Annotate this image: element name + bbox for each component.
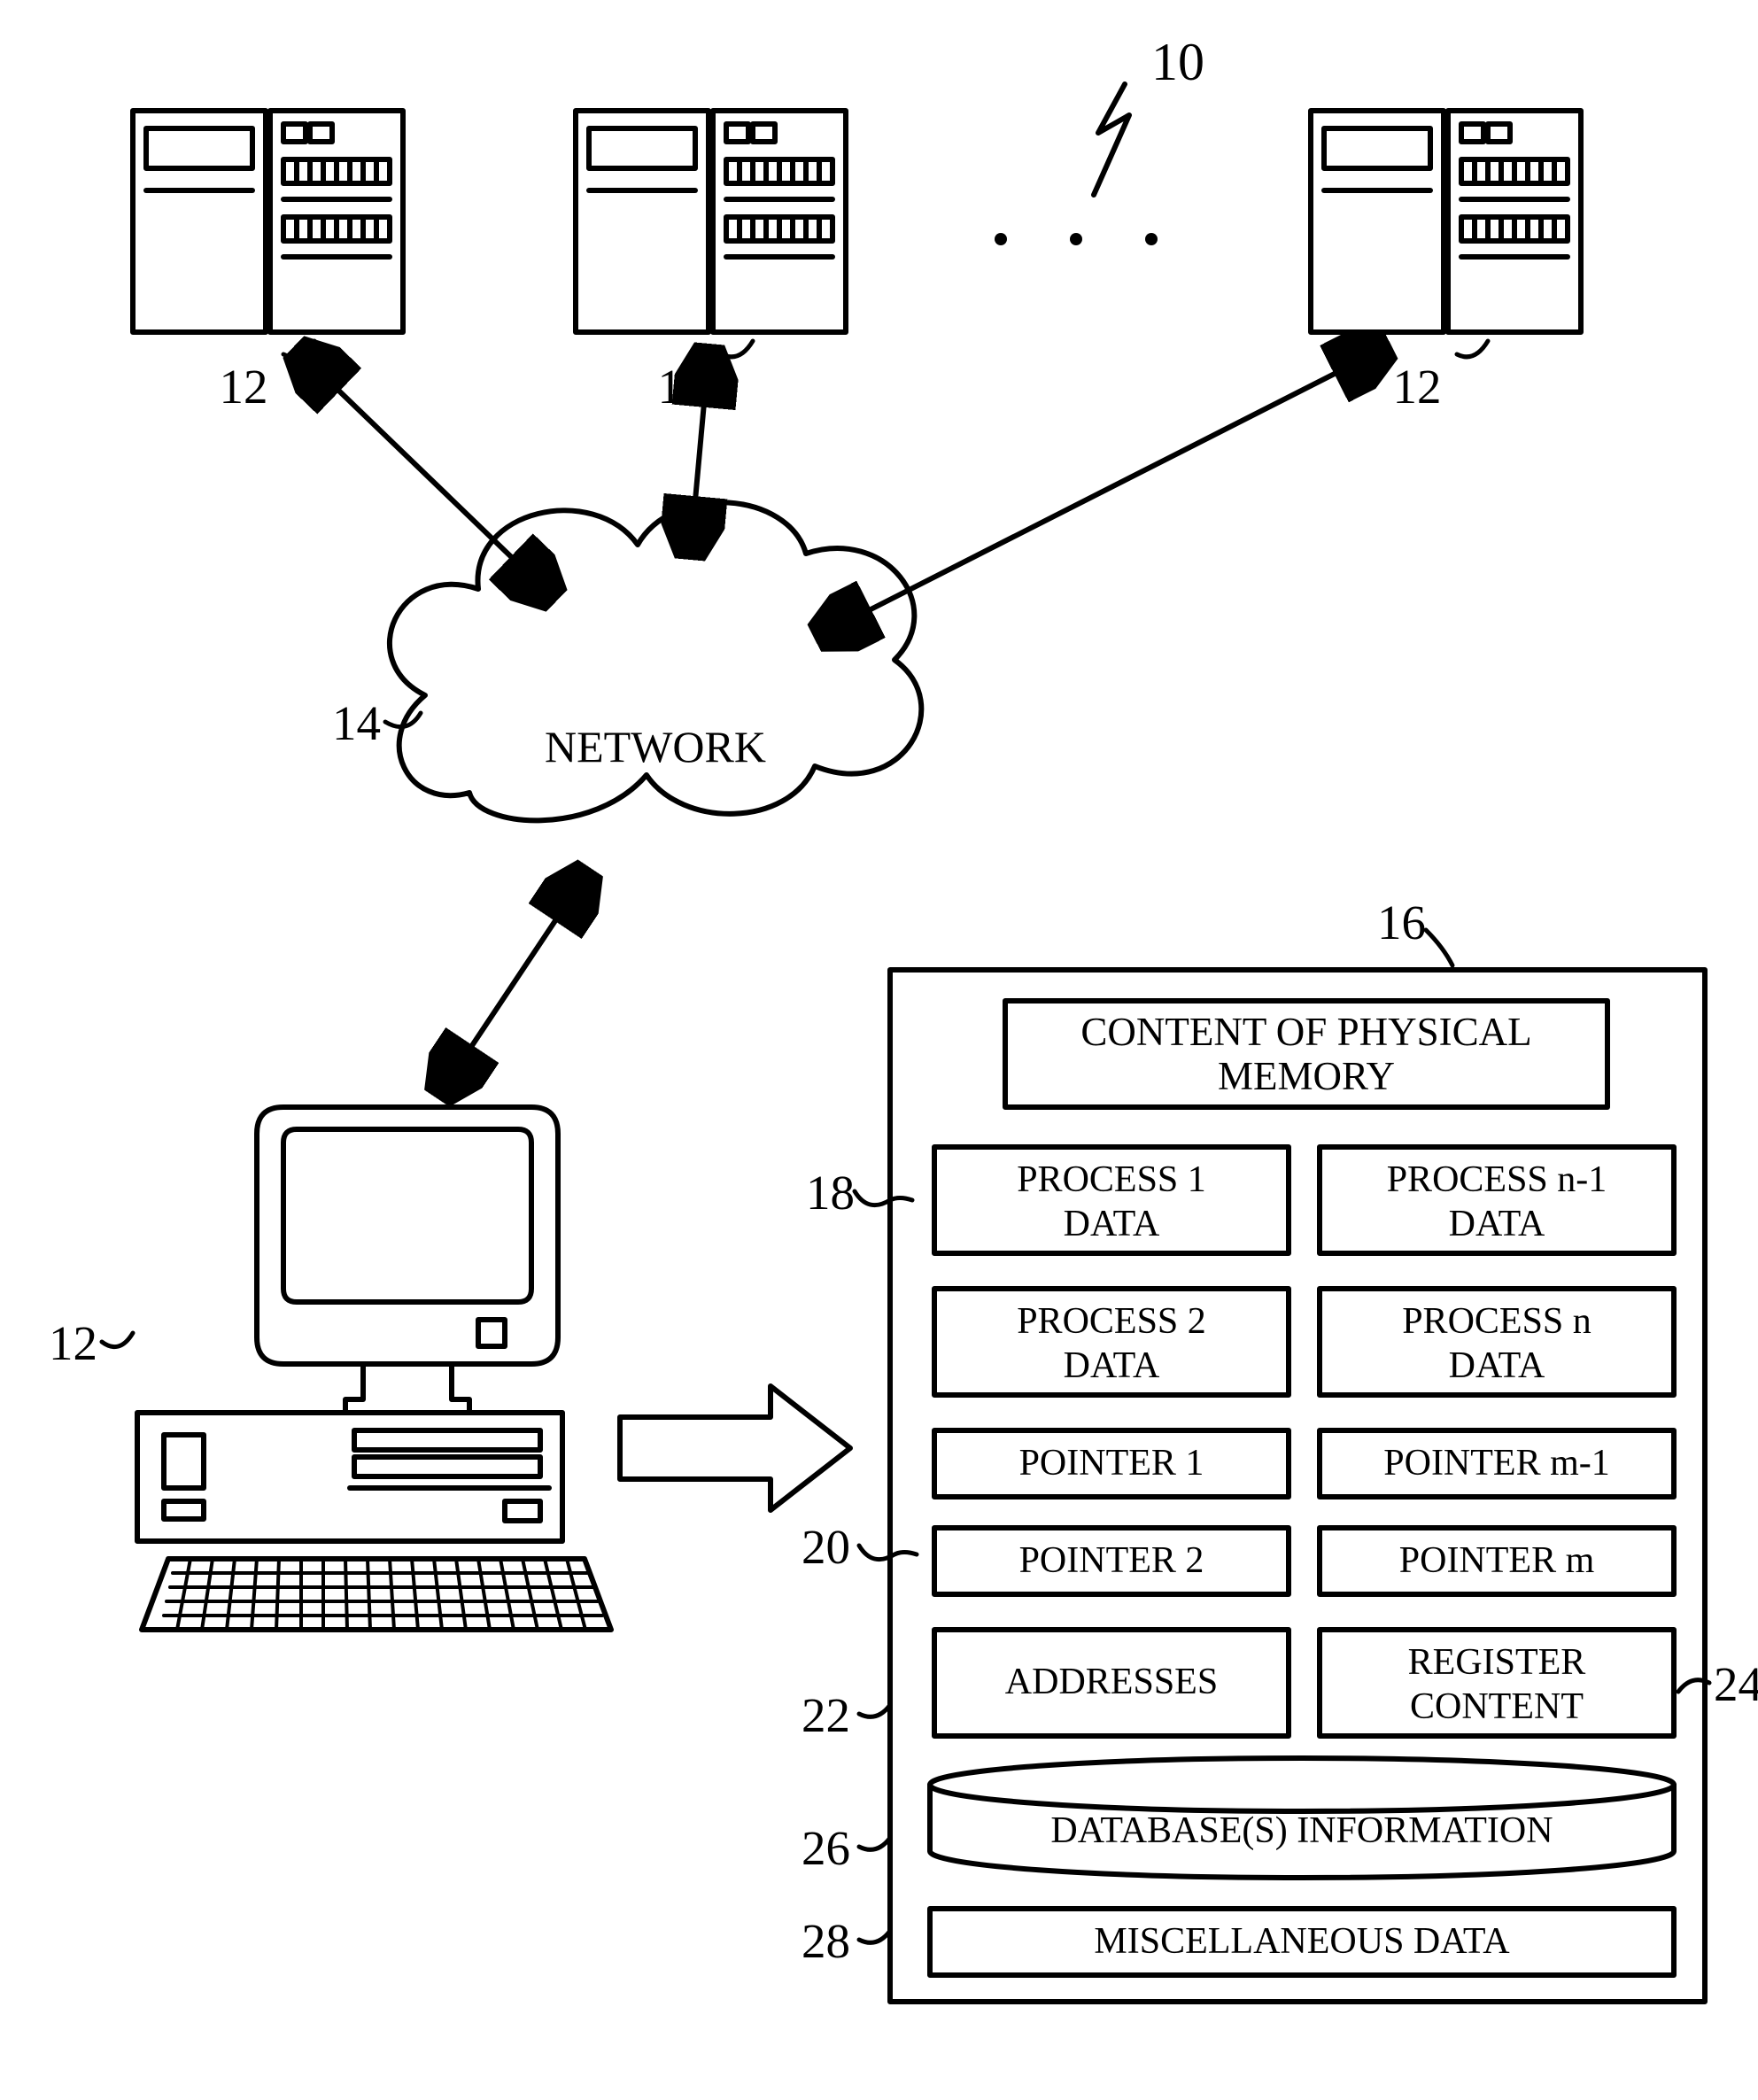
ref-16-label: 16: [1377, 895, 1426, 949]
ref-12-a: 12: [220, 360, 268, 414]
ref-22: 22: [802, 1688, 890, 1742]
process-n1-l1: PROCESS n-1: [1387, 1159, 1607, 1200]
proc-row-1: PROCESS 1 DATA PROCESS n-1 DATA: [934, 1147, 1674, 1253]
network-label: NETWORK: [545, 722, 766, 771]
ref-12-c: 12: [1393, 360, 1442, 414]
process-n-l1: PROCESS n: [1402, 1301, 1591, 1342]
memory-title-l1: CONTENT OF PHYSICAL: [1080, 1010, 1531, 1054]
ref-28-label: 28: [802, 1914, 850, 1968]
process-2-l2: DATA: [1064, 1345, 1160, 1386]
pointer-2: POINTER 2: [1019, 1540, 1204, 1581]
memory-title-l2: MEMORY: [1218, 1054, 1395, 1098]
process-2-l1: PROCESS 2: [1017, 1301, 1206, 1342]
addr-reg-row: ADDRESSES REGISTER CONTENT: [934, 1630, 1674, 1736]
ref-26-label: 26: [802, 1821, 850, 1875]
ref-12-d: 12: [49, 1316, 133, 1370]
server-3: [1311, 111, 1581, 332]
ellipsis-dots: [995, 233, 1158, 245]
misc-data-label: MISCELLANEOUS DATA: [1094, 1921, 1510, 1962]
ref-20: 20: [802, 1520, 917, 1574]
diagram-canvas: 10 12 12 12 NETWORK 14: [0, 0, 1758, 2096]
server-2: [576, 111, 846, 332]
ref-16: 16: [1377, 895, 1452, 965]
pointer-1: POINTER 1: [1019, 1443, 1204, 1484]
desktop-computer: [137, 1107, 611, 1630]
ref-14: 14: [332, 696, 421, 750]
ref-10: 10: [1094, 33, 1204, 195]
database-cylinder: DATABASE(S) INFORMATION: [930, 1758, 1674, 1878]
misc-data-box: MISCELLANEOUS DATA: [930, 1909, 1674, 1975]
ref-12-b: 12: [658, 360, 707, 414]
content-arrow: [620, 1386, 850, 1510]
ref-20-label: 20: [802, 1520, 850, 1574]
connection-arrows: [301, 350, 1382, 1089]
ref-12-d-label: 12: [49, 1316, 97, 1370]
pointer-m1: POINTER m-1: [1383, 1443, 1610, 1484]
ptr-row-1: POINTER 1 POINTER m-1: [934, 1430, 1674, 1497]
process-n-l2: DATA: [1449, 1345, 1545, 1386]
network-cloud: NETWORK: [390, 502, 921, 820]
process-1-l1: PROCESS 1: [1017, 1159, 1206, 1200]
server-1: [133, 111, 403, 332]
server-lead-lines: [283, 341, 1488, 357]
ref-10-label: 10: [1151, 33, 1204, 91]
addresses-label: ADDRESSES: [1005, 1662, 1218, 1702]
ref-18: 18: [806, 1166, 912, 1220]
ref-26: 26: [802, 1821, 890, 1875]
ref-24: 24: [1678, 1657, 1758, 1711]
ref-22-label: 22: [802, 1688, 850, 1742]
proc-row-2: PROCESS 2 DATA PROCESS n DATA: [934, 1289, 1674, 1395]
register-l1: REGISTER: [1408, 1642, 1586, 1683]
process-n1-l2: DATA: [1449, 1204, 1545, 1244]
database-label: DATABASE(S) INFORMATION: [1050, 1810, 1553, 1851]
ptr-row-2: POINTER 2 POINTER m: [934, 1528, 1674, 1594]
process-1-l2: DATA: [1064, 1204, 1160, 1244]
register-l2: CONTENT: [1410, 1686, 1584, 1727]
ref-14-label: 14: [332, 696, 381, 750]
memory-title-box: CONTENT OF PHYSICAL MEMORY: [1005, 1001, 1607, 1107]
ref-24-label: 24: [1714, 1657, 1758, 1711]
pointer-m: POINTER m: [1399, 1540, 1595, 1581]
ref-18-label: 18: [806, 1166, 855, 1220]
ref-28: 28: [802, 1914, 890, 1968]
